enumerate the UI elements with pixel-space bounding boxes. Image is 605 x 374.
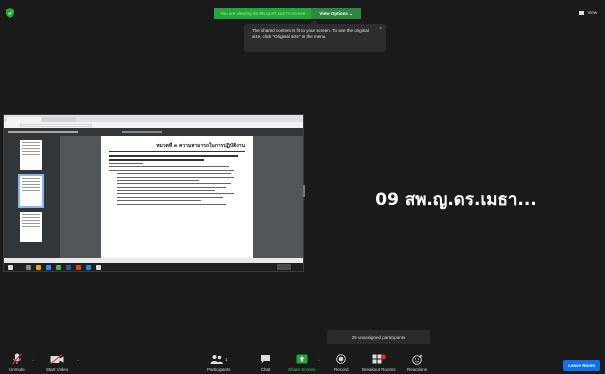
- breakout-rooms-button[interactable]: Breakout Rooms: [362, 353, 396, 372]
- participants-label: Participants: [207, 367, 231, 372]
- view-options-button[interactable]: View Options ⌄: [311, 8, 361, 19]
- browser-tab: [7, 117, 41, 122]
- word-icon: [66, 265, 71, 270]
- start-video-button[interactable]: Start Video: [46, 353, 68, 372]
- view-options-label: View Options: [319, 11, 348, 16]
- pdf-thumbnail-selected: [18, 174, 44, 208]
- pdf-thumbnail: [20, 140, 42, 170]
- breakout-rooms-icon: [372, 354, 386, 364]
- caret-up-icon[interactable]: ^: [32, 358, 34, 363]
- unassigned-participants-button[interactable]: 25 unassigned participants: [327, 330, 430, 344]
- pdf-thumbnail-panel: [4, 136, 60, 258]
- pdf-page: หมวดที่ ๓ ความสามารถในการปฏิบัติงาน: [101, 136, 253, 258]
- record-icon: [336, 354, 347, 364]
- pdf-thumbnail: [20, 212, 42, 242]
- participants-count: 1: [225, 356, 228, 362]
- share-screen-button[interactable]: Share Screen: [288, 353, 316, 372]
- windows-icon: [8, 265, 13, 270]
- top-bar: You are viewing 09 สพ.ญ.ดร.เมธา's screen…: [0, 0, 605, 26]
- pdf-page-heading: หมวดที่ ๓ ความสามารถในการปฏิบัติงาน: [109, 142, 245, 152]
- grid-view-icon: [579, 10, 585, 15]
- unmute-button[interactable]: Unmute: [9, 353, 25, 372]
- chrome-icon: [56, 265, 61, 270]
- shared-taskbar: [4, 258, 303, 271]
- meeting-toolbar: Unmute ^ Start Video ^ 1 Participants Ch…: [0, 349, 605, 374]
- search-icon: [26, 265, 31, 270]
- breakout-rooms-label: Breakout Rooms: [362, 367, 396, 372]
- powerpoint-icon: [76, 265, 81, 270]
- reactions-button[interactable]: Reactions: [407, 353, 427, 372]
- record-button[interactable]: Record: [334, 353, 349, 372]
- reactions-icon: [411, 354, 422, 365]
- app-icon: [96, 265, 101, 270]
- chevron-down-icon: ⌄: [349, 11, 353, 16]
- browser-tab-strip: [4, 115, 303, 122]
- pdf-file-title: [8, 131, 78, 133]
- folder-icon: [36, 265, 41, 270]
- start-video-label: Start Video: [46, 367, 69, 372]
- tooltip-text: The shared content is fit to your screen…: [252, 28, 369, 39]
- record-label: Record: [334, 367, 349, 372]
- split-divider[interactable]: [303, 185, 305, 197]
- download-bar: [4, 258, 303, 263]
- shield-icon[interactable]: [6, 8, 14, 18]
- view-button-label: View: [587, 10, 597, 15]
- caret-up-icon[interactable]: ^: [77, 358, 79, 363]
- zoom-app-icon: [46, 265, 51, 270]
- browser-tab: [42, 117, 76, 122]
- view-button[interactable]: View: [579, 10, 597, 15]
- chat-button[interactable]: Chat: [260, 353, 271, 372]
- participant-name: 09 สพ.ญ.ดร.เมธา...: [375, 190, 537, 210]
- app-icon: [86, 265, 91, 270]
- pdf-viewer: หมวดที่ ๓ ความสามารถในการปฏิบัติงาน: [4, 136, 303, 258]
- chat-label: Chat: [260, 367, 271, 372]
- share-banner-text: You are viewing 09 สพ.ญ.ดร.เมธา's screen: [214, 8, 312, 19]
- taskbar-clock: [277, 264, 291, 270]
- share-banner: You are viewing 09 สพ.ญ.ดร.เมธา's screen…: [214, 8, 361, 19]
- participants-button[interactable]: 1 Participants: [207, 353, 231, 372]
- video-off-icon: [50, 354, 64, 364]
- close-icon[interactable]: ×: [379, 26, 382, 32]
- participants-icon: [210, 355, 223, 364]
- leave-room-button[interactable]: Leave Room: [563, 360, 600, 371]
- share-screen-label: Share Screen: [288, 367, 316, 372]
- pdf-toolbar: [4, 128, 303, 136]
- fit-screen-tooltip: The shared content is fit to your screen…: [244, 20, 386, 52]
- pdf-page-controls: [122, 131, 162, 133]
- share-screen-icon: [296, 354, 308, 364]
- unassigned-participants-label: 25 unassigned participants: [351, 334, 406, 340]
- unmute-label: Unmute: [9, 367, 25, 372]
- microphone-muted-icon: [11, 353, 22, 365]
- chat-icon: [261, 355, 270, 364]
- reactions-label: Reactions: [407, 367, 428, 372]
- caret-up-icon[interactable]: ^: [318, 358, 320, 363]
- address-field: [20, 123, 92, 127]
- shared-screen-view[interactable]: หมวดที่ ๓ ความสามารถในการปฏิบัติงาน: [3, 114, 304, 272]
